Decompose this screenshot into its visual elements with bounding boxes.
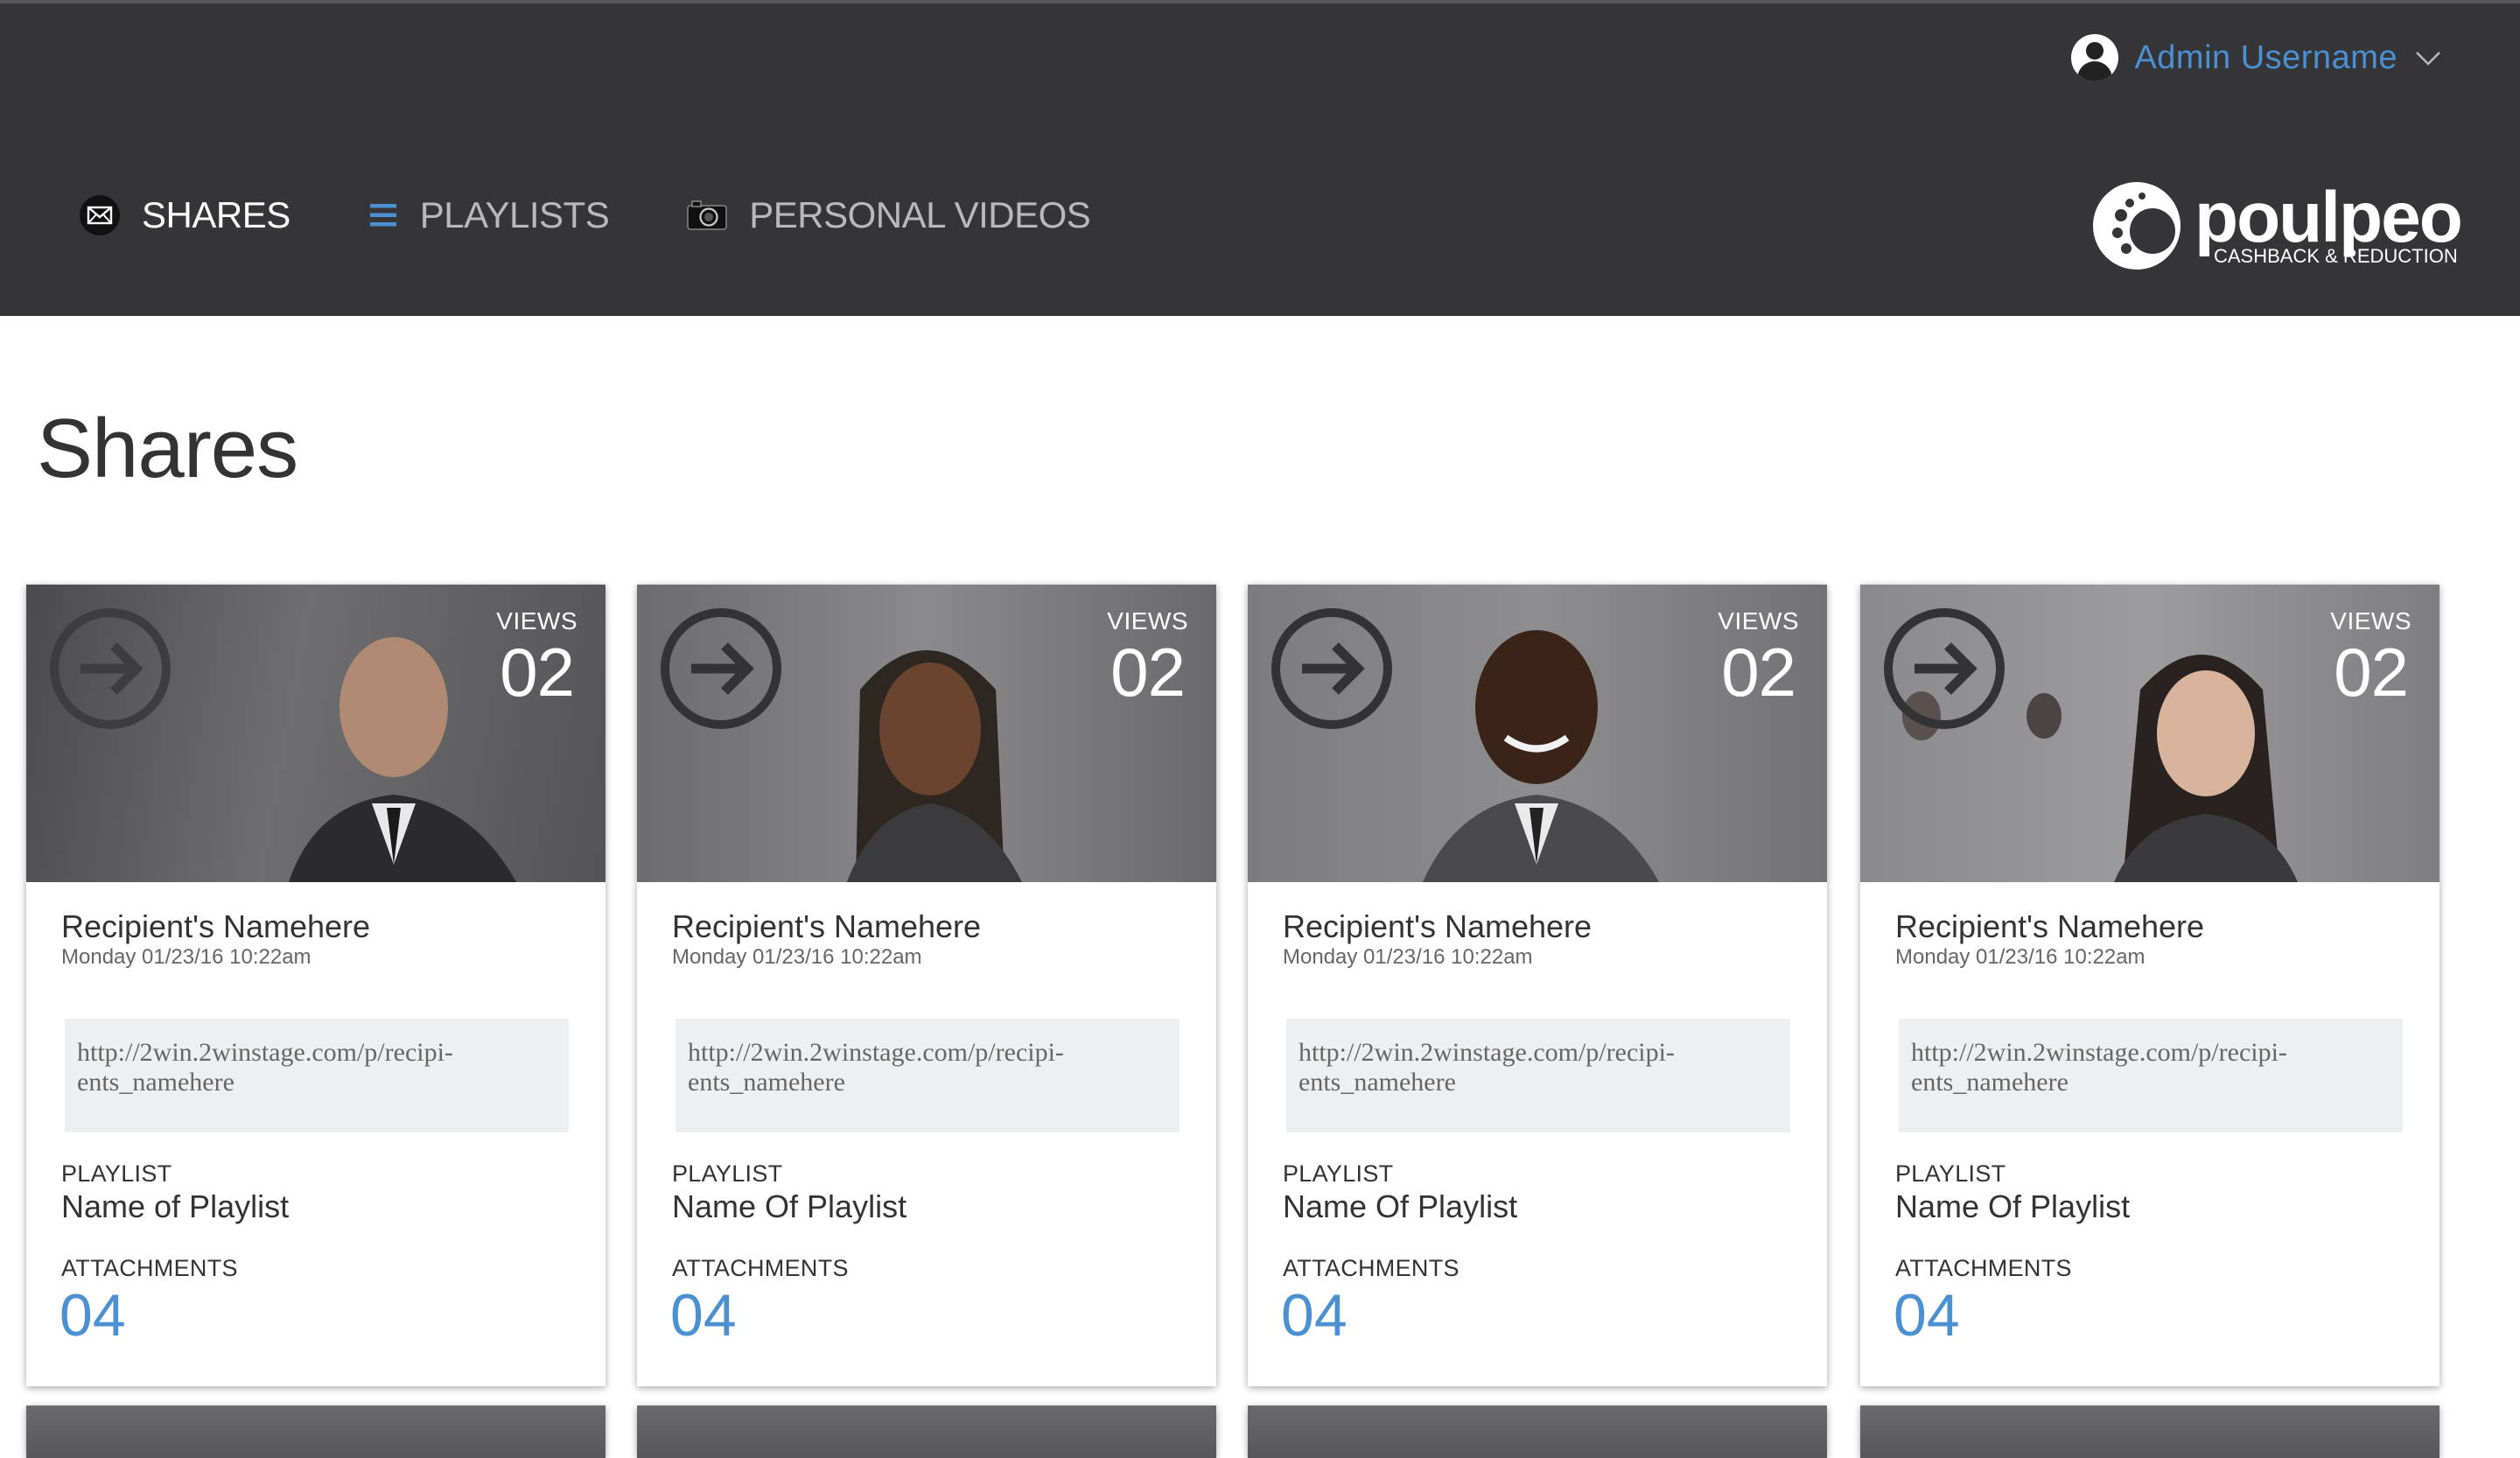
playlist-name: Name Of Playlist xyxy=(672,1188,907,1224)
attachments-count: 04 xyxy=(1894,1282,1960,1349)
share-card-partial[interactable] xyxy=(1860,1405,2440,1458)
share-date: Monday 01/23/16 10:22am xyxy=(672,945,922,969)
attachments-label: ATTACHMENTS xyxy=(1283,1255,1460,1281)
attachments-label: ATTACHMENTS xyxy=(672,1255,849,1281)
share-card[interactable]: VIEWS 02 Recipient's Namehere Monday 01/… xyxy=(1860,585,2440,1386)
views-label: VIEWS xyxy=(1718,607,1799,634)
arrow-right-circle-icon[interactable] xyxy=(1883,607,2006,730)
playlist-name: Name of Playlist xyxy=(61,1188,290,1224)
recipient-photo: VIEWS 02 xyxy=(637,585,1216,882)
playlist-name: Name Of Playlist xyxy=(1895,1188,2131,1224)
share-link-line: ents_namehere xyxy=(77,1068,234,1097)
share-card-partial[interactable] xyxy=(1248,1405,1827,1458)
share-date: Monday 01/23/16 10:22am xyxy=(1283,945,1533,969)
share-link-line: http://2win.2winstage.com/p/recipi- xyxy=(688,1038,1064,1067)
views-count: 02 xyxy=(1721,634,1796,711)
share-link-line: http://2win.2winstage.com/p/recipi- xyxy=(1911,1038,2287,1067)
attachments-count: 04 xyxy=(60,1282,126,1349)
share-card-partial[interactable] xyxy=(26,1405,606,1458)
attachments-count: 04 xyxy=(670,1282,737,1349)
recipient-photo: VIEWS 02 xyxy=(26,585,606,882)
recipient-name: Recipient's Namehere xyxy=(1895,908,2205,944)
recipient-name: Recipient's Namehere xyxy=(1283,908,1592,944)
shares-grid: VIEWS 02 Recipient's Namehere Monday 01/… xyxy=(0,0,2520,1458)
arrow-right-circle-icon[interactable] xyxy=(660,607,782,730)
share-date: Monday 01/23/16 10:22am xyxy=(61,945,312,969)
share-link-line: ents_namehere xyxy=(1911,1068,2068,1097)
share-link-line: ents_namehere xyxy=(688,1068,845,1097)
share-link-field[interactable]: http://2win.2winstage.com/p/recipi- ents… xyxy=(1899,1019,2403,1132)
recipient-name: Recipient's Namehere xyxy=(672,908,982,944)
playlist-label: PLAYLIST xyxy=(1895,1160,2006,1187)
playlist-name: Name Of Playlist xyxy=(1283,1188,1518,1224)
share-link-line: ents_namehere xyxy=(1298,1068,1456,1097)
recipient-name: Recipient's Namehere xyxy=(61,908,371,944)
share-link-field[interactable]: http://2win.2winstage.com/p/recipi- ents… xyxy=(1286,1019,1790,1132)
arrow-right-circle-icon[interactable] xyxy=(1270,607,1393,730)
recipient-photo: VIEWS 02 xyxy=(1248,585,1827,882)
attachments-count: 04 xyxy=(1281,1282,1348,1349)
views-label: VIEWS xyxy=(496,607,578,634)
share-link-field[interactable]: http://2win.2winstage.com/p/recipi- ents… xyxy=(65,1019,569,1132)
share-link-line: http://2win.2winstage.com/p/recipi- xyxy=(1298,1038,1675,1067)
share-link-line: http://2win.2winstage.com/p/recipi- xyxy=(77,1038,453,1067)
views-count: 02 xyxy=(1110,634,1186,711)
share-card-partial[interactable] xyxy=(637,1405,1216,1458)
views-label: VIEWS xyxy=(1107,607,1188,634)
playlist-label: PLAYLIST xyxy=(672,1160,783,1187)
attachments-label: ATTACHMENTS xyxy=(61,1255,238,1281)
arrow-right-circle-icon[interactable] xyxy=(49,607,172,730)
share-card[interactable]: VIEWS 02 Recipient's Namehere Monday 01/… xyxy=(637,585,1216,1386)
playlist-label: PLAYLIST xyxy=(1283,1160,1394,1187)
share-date: Monday 01/23/16 10:22am xyxy=(1895,945,2146,969)
share-card[interactable]: VIEWS 02 Recipient's Namehere Monday 01/… xyxy=(26,585,606,1386)
views-count: 02 xyxy=(500,634,575,711)
share-link-field[interactable]: http://2win.2winstage.com/p/recipi- ents… xyxy=(676,1019,1180,1132)
views-label: VIEWS xyxy=(2330,607,2412,634)
views-count: 02 xyxy=(2334,634,2409,711)
share-card[interactable]: VIEWS 02 Recipient's Namehere Monday 01/… xyxy=(1248,585,1827,1386)
playlist-label: PLAYLIST xyxy=(61,1160,172,1187)
attachments-label: ATTACHMENTS xyxy=(1895,1255,2072,1281)
recipient-photo: VIEWS 02 xyxy=(1860,585,2440,882)
